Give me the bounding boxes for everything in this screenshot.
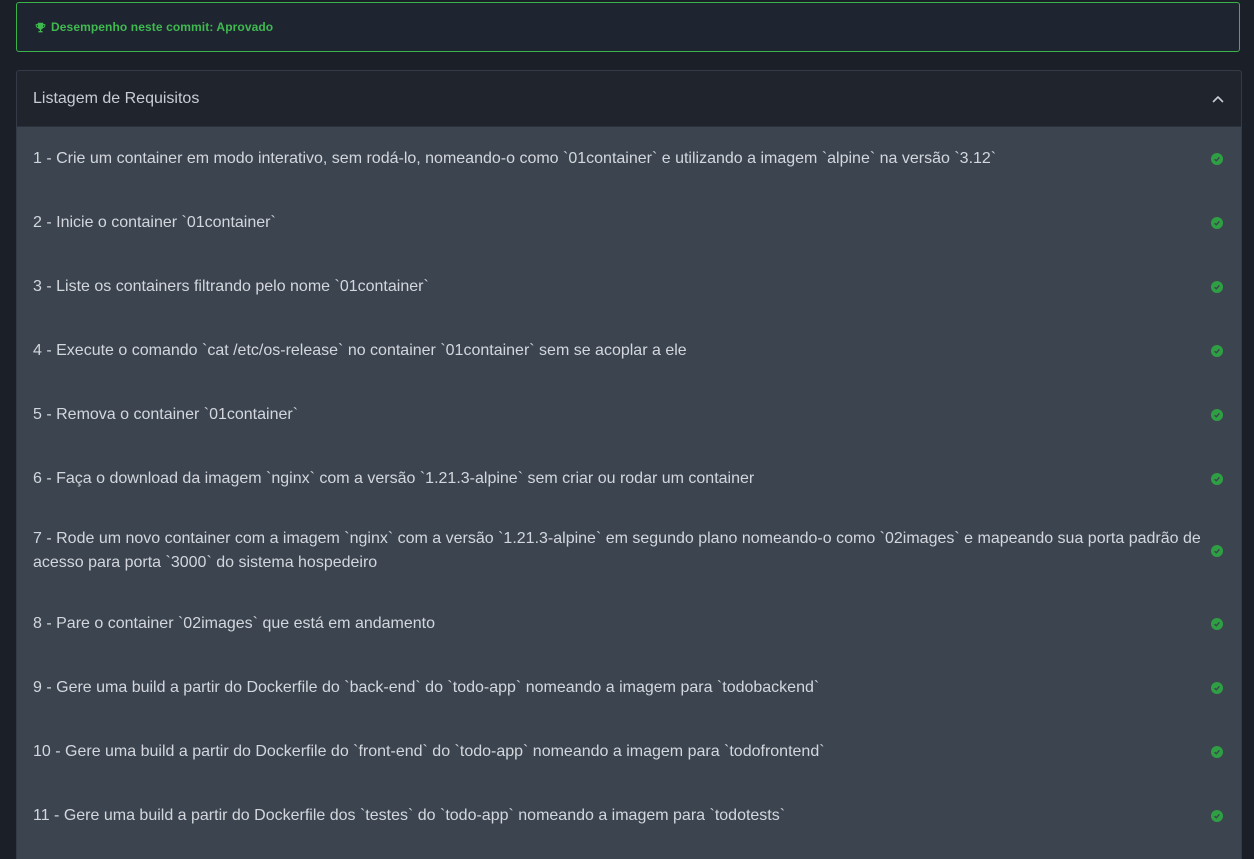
requirement-label: 7 - Rode um novo container com a imagem … [33, 530, 1201, 571]
requirement-label: 2 - Inicie o container `01container` [33, 214, 276, 231]
requirement-item: 1 - Crie um container em modo interativo… [17, 127, 1241, 191]
requirement-item: 10 - Gere uma build a partir do Dockerfi… [17, 720, 1241, 784]
requirement-item: 3 - Liste os containers filtrando pelo n… [17, 255, 1241, 319]
requirement-label: 6 - Faça o download da imagem `nginx` co… [33, 470, 755, 487]
requirement-label: 8 - Pare o container `02images` que está… [33, 615, 436, 632]
requirement-item: 9 - Gere uma build a partir do Dockerfil… [17, 656, 1241, 720]
check-circle-icon [1211, 682, 1223, 694]
requirement-item: 5 - Remova o container `01container` [17, 383, 1241, 447]
requirement-item: 11 - Gere uma build a partir do Dockerfi… [17, 784, 1241, 848]
requirements-panel-header[interactable]: Listagem de Requisitos [17, 71, 1241, 127]
check-circle-icon [1211, 473, 1223, 485]
requirement-item: 7 - Rode um novo container com a imagem … [17, 511, 1241, 591]
requirement-item: 2 - Inicie o container `01container` [17, 191, 1241, 255]
trophy-icon [34, 21, 46, 33]
check-circle-icon [1211, 618, 1223, 630]
check-circle-icon [1211, 810, 1223, 822]
requirement-label: 5 - Remova o container `01container` [33, 406, 299, 423]
requirement-label: 4 - Execute o comando `cat /etc/os-relea… [33, 342, 687, 359]
requirement-item: 8 - Pare o container `02images` que está… [17, 592, 1241, 656]
check-circle-icon [1211, 217, 1223, 229]
page: Desempenho neste commit: Aprovado Listag… [0, 0, 1254, 859]
requirement-label: 10 - Gere uma build a partir do Dockerfi… [33, 743, 825, 760]
requirement-item: 6 - Faça o download da imagem `nginx` co… [17, 447, 1241, 511]
requirement-label: 1 - Crie um container em modo interativo… [33, 150, 997, 167]
requirement-label: 9 - Gere uma build a partir do Dockerfil… [33, 679, 820, 696]
check-circle-icon [1211, 746, 1223, 758]
requirement-label: 3 - Liste os containers filtrando pelo n… [33, 278, 429, 295]
requirement-item: 4 - Execute o comando `cat /etc/os-relea… [17, 319, 1241, 383]
requirement-label: 11 - Gere uma build a partir do Dockerfi… [33, 807, 786, 824]
check-circle-icon [1211, 345, 1223, 357]
check-circle-icon [1211, 409, 1223, 421]
status-banner-text: Desempenho neste commit: Aprovado [51, 20, 274, 34]
check-circle-icon [1211, 153, 1223, 165]
chevron-up-icon[interactable] [1211, 92, 1225, 106]
panel-title: Listagem de Requisitos [33, 89, 200, 107]
check-circle-icon [1211, 545, 1223, 557]
check-circle-icon [1211, 281, 1223, 293]
status-banner: Desempenho neste commit: Aprovado [16, 2, 1240, 52]
requirements-panel: Listagem de Requisitos 1 - Crie um conta… [16, 70, 1242, 859]
